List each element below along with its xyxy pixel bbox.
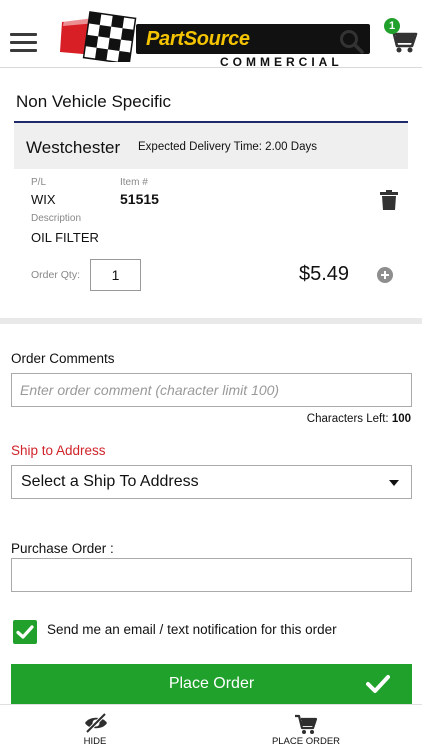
search-icon[interactable] xyxy=(339,29,365,55)
menu-icon[interactable] xyxy=(10,33,37,55)
place-order-tab[interactable]: PLACE ORDER xyxy=(260,705,352,750)
notification-label: Send me an email / text notification for… xyxy=(47,622,337,637)
logo: PartSource COMMERCIAL xyxy=(60,10,370,69)
pl-label: P/L xyxy=(31,177,47,188)
purchase-order-input[interactable] xyxy=(11,558,412,592)
check-icon xyxy=(366,675,390,693)
chevron-down-icon xyxy=(389,480,399,486)
ship-to-select[interactable]: Select a Ship To Address xyxy=(11,465,412,499)
hide-icon xyxy=(85,712,107,734)
app-header: PartSource COMMERCIAL 1 xyxy=(0,0,422,69)
characters-left-value: 100 xyxy=(391,413,411,425)
logo-sub-text: COMMERCIAL xyxy=(220,55,343,69)
qty-label: Order Qty: xyxy=(31,269,81,281)
delivery-time: Expected Delivery Time: 2.00 Days xyxy=(138,141,317,153)
bottom-nav: HIDE PLACE ORDER xyxy=(0,704,422,750)
checkered-flag-logo xyxy=(60,11,137,62)
purchase-order-label: Purchase Order : xyxy=(11,541,114,556)
quantity-input[interactable]: 1 xyxy=(90,259,141,291)
check-icon xyxy=(16,625,34,639)
item-value: 51515 xyxy=(120,191,159,207)
notification-checkbox[interactable] xyxy=(13,620,37,644)
hide-tab[interactable]: HIDE xyxy=(60,705,130,750)
store-header: Westchester Expected Delivery Time: 2.00… xyxy=(14,121,408,169)
logo-brand-text: PartSource xyxy=(146,28,250,50)
place-order-tab-label: PLACE ORDER xyxy=(271,736,341,747)
description-value: OIL FILTER xyxy=(31,230,99,245)
trash-icon[interactable] xyxy=(380,190,398,210)
cart-icon xyxy=(295,714,318,734)
characters-left: Characters Left: 100 xyxy=(307,413,411,425)
ship-to-selected: Select a Ship To Address xyxy=(21,473,199,490)
description-label: Description xyxy=(31,213,82,224)
price: $5.49 xyxy=(299,263,350,285)
pl-value: WIX xyxy=(31,192,56,207)
place-order-button[interactable]: Place Order xyxy=(11,664,412,704)
place-order-label: Place Order xyxy=(168,675,255,692)
store-name: Westchester xyxy=(26,138,121,157)
hide-tab-label: HIDE xyxy=(83,736,107,747)
divider xyxy=(0,318,422,324)
order-comments-label: Order Comments xyxy=(11,351,115,366)
plus-icon[interactable] xyxy=(377,267,393,283)
section-title: Non Vehicle Specific xyxy=(16,92,171,111)
characters-left-label: Characters Left: xyxy=(306,413,389,425)
order-comments-input[interactable] xyxy=(11,373,412,407)
item-label: Item # xyxy=(120,177,148,188)
ship-to-label: Ship to Address xyxy=(11,443,106,458)
cart-count-badge: 1 xyxy=(384,18,400,34)
